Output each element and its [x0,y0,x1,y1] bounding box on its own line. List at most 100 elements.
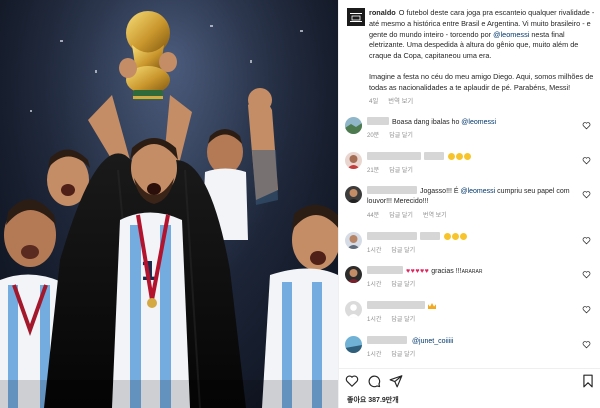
redacted-username [367,117,389,125]
comment-time[interactable]: 1시간 [367,352,381,358]
caption-meta: 4일 번역 보기 [369,96,413,105]
heart-emoji-icon: ♥♥♥♥♥ [406,268,430,275]
reply-button[interactable]: 답글 달기 [389,213,413,219]
comment-item: Boasa dang ibalas ho @leomessi 20분 답글 달기 [345,117,595,145]
crown-emoji-icon [428,303,436,309]
share-icon[interactable] [389,374,403,388]
comment-avatar[interactable] [345,117,362,134]
translate-link[interactable]: 번역 보기 [423,213,447,219]
comment-meta: 1시간 답글 달기 [367,349,415,358]
comment-like-heart-icon[interactable] [582,270,591,279]
post-photo-illustration: 1 [0,0,338,408]
comment-body: Boasa dang ibalas ho [392,119,460,126]
comment-time[interactable]: 20분 [367,133,379,139]
redacted-username [367,336,407,344]
avatar-person-image [345,266,362,283]
comment-like-heart-icon[interactable] [582,156,591,165]
comment-body-tail: ARARAR [461,269,483,275]
comment-text: @junet_coiiiii [367,336,577,347]
avatar-person-image [345,186,362,203]
instagram-post-view: 1 ronaldo O futebol deste cara joga pra … [0,0,600,408]
redacted-username [367,152,421,160]
post-action-bar [345,374,595,390]
comment-avatar[interactable] [345,186,362,203]
comment-like-heart-icon[interactable] [582,121,591,130]
redacted-username [367,266,403,274]
redacted-username [367,186,417,194]
comment-avatar[interactable] [345,232,362,249]
post-side-panel: ronaldo O futebol deste cara joga pra esc… [338,0,600,408]
reply-button[interactable]: 답글 달기 [389,133,413,139]
comment-mention[interactable]: @leomessi [460,188,495,195]
comment-item: @junet_coiiiii 1시간 답글 달기 [345,336,595,364]
reply-button[interactable]: 답글 달기 [391,248,415,254]
redacted-username [367,232,417,240]
comment-item: 1시간 답글 달기 [345,232,595,260]
avatar-default-icon [345,301,362,318]
comment-like-heart-icon[interactable] [582,190,591,199]
comment-meta: 20분 답글 달기 [367,130,413,139]
reply-button[interactable]: 답글 달기 [391,282,415,288]
comment-meta: 1시간 답글 달기 [367,279,415,288]
caption-translate-link[interactable]: 번역 보기 [388,98,413,105]
comment-like-heart-icon[interactable] [582,340,591,349]
comment-text: ♥♥♥♥♥ gracias !!!ARARAR [367,266,577,277]
comment-like-heart-icon[interactable] [582,305,591,314]
bookmark-icon[interactable] [581,374,595,388]
comment-avatar[interactable] [345,266,362,283]
comment-text: Boasa dang ibalas ho @leomessi [367,117,577,128]
author-logo-icon [347,8,365,26]
comment-meta: 1시간 답글 달기 [367,314,415,323]
emoji-face-icon [448,153,455,160]
actions-divider [339,368,600,369]
avatar-landscape-image [345,336,362,353]
comment-mention[interactable]: @junet_coiiiii [412,338,453,345]
comment-item: Jogasso!!! É @leomessi cumpriu seu papel… [345,186,595,224]
comment-avatar[interactable] [345,301,362,318]
emoji-face-icon [460,233,467,240]
reply-button[interactable]: 답글 달기 [389,168,413,174]
comment-text [367,301,577,312]
comment-text: Jogasso!!! É @leomessi cumpriu seu papel… [367,186,577,207]
comment-item: 1시간 답글 달기 [345,301,595,329]
comment-mention[interactable]: @leomessi [461,119,496,126]
emoji-face-icon [444,233,451,240]
avatar-person-image [345,152,362,169]
comment-item: 21분 답글 달기 [345,152,595,180]
caption-time[interactable]: 4일 [369,98,378,105]
redacted-text [424,152,444,160]
comment-meta: 21분 답글 달기 [367,165,413,174]
caption-paragraph-2: Imagine a festa no céu do meu amigo Dieg… [369,71,594,92]
emoji-face-icon [456,153,463,160]
comment-time[interactable]: 44분 [367,213,379,219]
emoji-face-icon [464,153,471,160]
redacted-username [367,301,425,309]
comment-time[interactable]: 1시간 [367,248,381,254]
comment-time[interactable]: 1시간 [367,317,381,323]
comment-time[interactable]: 21분 [367,168,379,174]
likes-count[interactable]: 좋아요 387.9만개 [347,395,399,405]
redacted-text [420,232,440,240]
avatar-person-image [345,232,362,249]
comment-text [367,152,577,163]
caption-text: ronaldo O futebol deste cara joga pra esc… [369,8,595,94]
comment-body: gracias !!! [431,268,462,275]
comment-text [367,232,577,243]
emoji-face-icon [452,233,459,240]
comment-like-heart-icon[interactable] [582,236,591,245]
comment-meta: 44분 답글 달기 번역 보기 [367,210,447,219]
comment-time[interactable]: 1시간 [367,282,381,288]
post-photo[interactable]: 1 [0,0,338,408]
reply-button[interactable]: 답글 달기 [391,317,415,323]
comment-icon[interactable] [367,374,381,388]
author-username[interactable]: ronaldo [369,8,396,17]
author-avatar[interactable] [347,8,365,26]
caption-mention[interactable]: @leomessi [493,30,529,39]
comment-item: ♥♥♥♥♥ gracias !!!ARARAR 1시간 답글 달기 [345,266,595,294]
comment-body: Jogasso!!! É [420,188,459,195]
comment-avatar[interactable] [345,152,362,169]
comment-meta: 1시간 답글 달기 [367,245,415,254]
heart-icon[interactable] [345,374,359,388]
reply-button[interactable]: 답글 달기 [391,352,415,358]
comment-avatar[interactable] [345,336,362,353]
